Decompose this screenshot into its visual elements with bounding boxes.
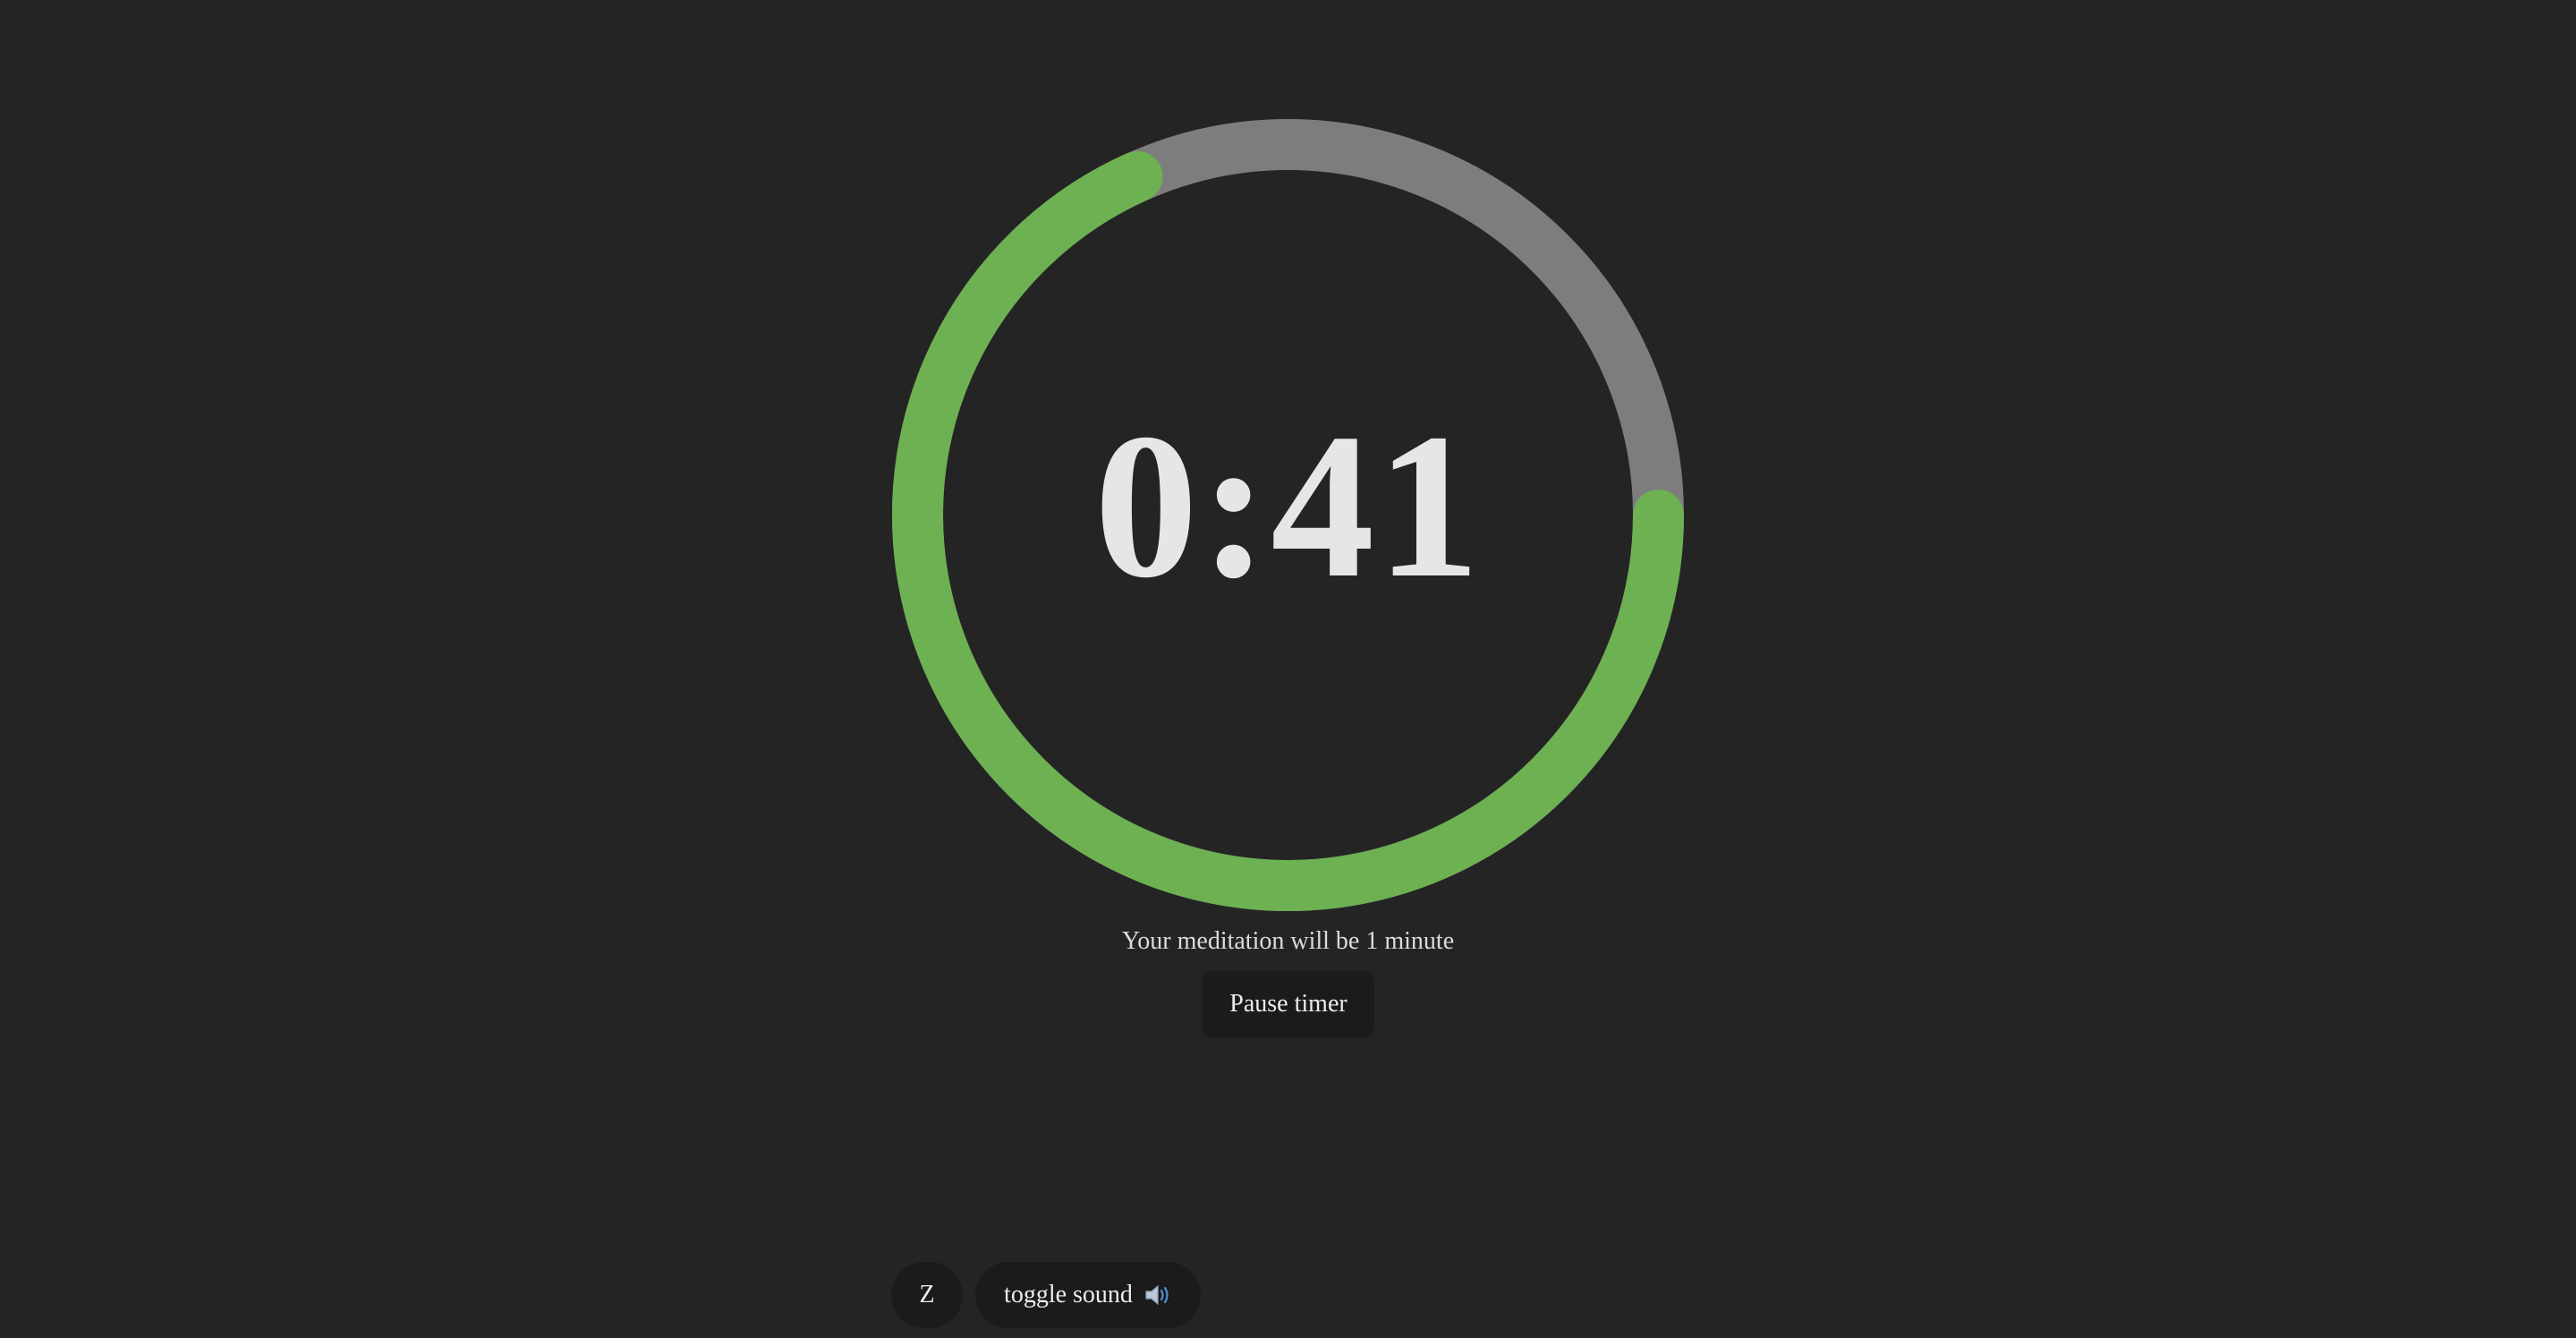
timer-ring: 0:41 <box>892 119 1684 911</box>
speaker-icon <box>1145 1284 1169 1306</box>
meditation-timer-page: 0:41 Your meditation will be 1 minute Pa… <box>0 0 2576 1338</box>
pause-timer-button[interactable]: Pause timer <box>1203 971 1374 1037</box>
meditation-length-caption: Your meditation will be 1 minute <box>1121 927 1455 955</box>
toggle-sound-label: toggle sound <box>1004 1281 1133 1308</box>
toggle-sound-button[interactable]: toggle sound <box>975 1262 1201 1328</box>
z-button-label: Z <box>919 1281 935 1308</box>
z-button[interactable]: Z <box>891 1262 963 1328</box>
time-remaining: 0:41 <box>1093 391 1483 621</box>
